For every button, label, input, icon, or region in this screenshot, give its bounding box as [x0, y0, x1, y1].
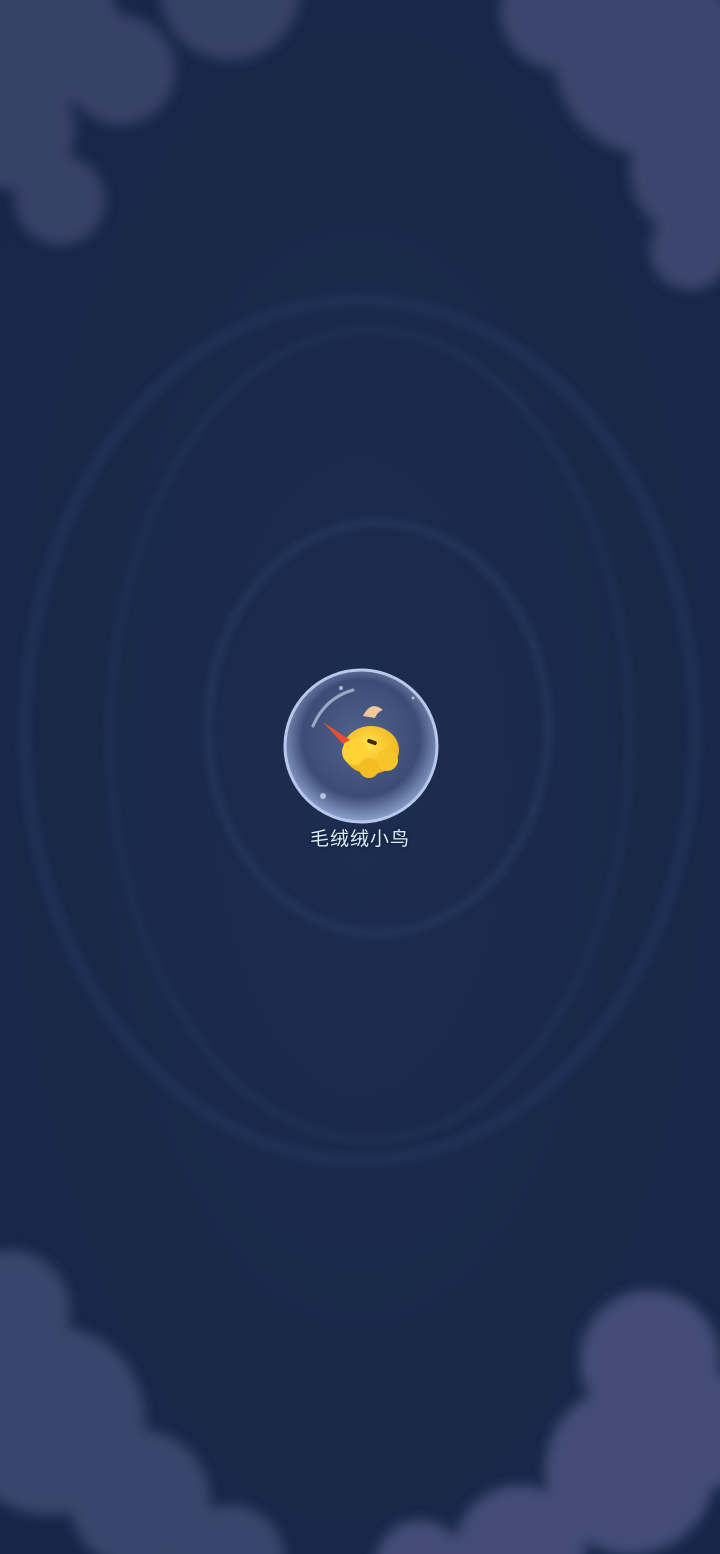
- item-name-label: 毛绒绒小鸟: [309, 828, 410, 850]
- cloud-bottom-left: [0, 1250, 285, 1554]
- item-bubble[interactable]: [283, 668, 439, 824]
- game-scene: 毛绒绒小鸟: [0, 0, 720, 1554]
- cloud-bottom-right: [376, 1290, 720, 1554]
- cloud-top-right: [500, 0, 720, 290]
- fluffy-bird-icon: [283, 668, 439, 824]
- cloud-top-left: [0, 0, 300, 245]
